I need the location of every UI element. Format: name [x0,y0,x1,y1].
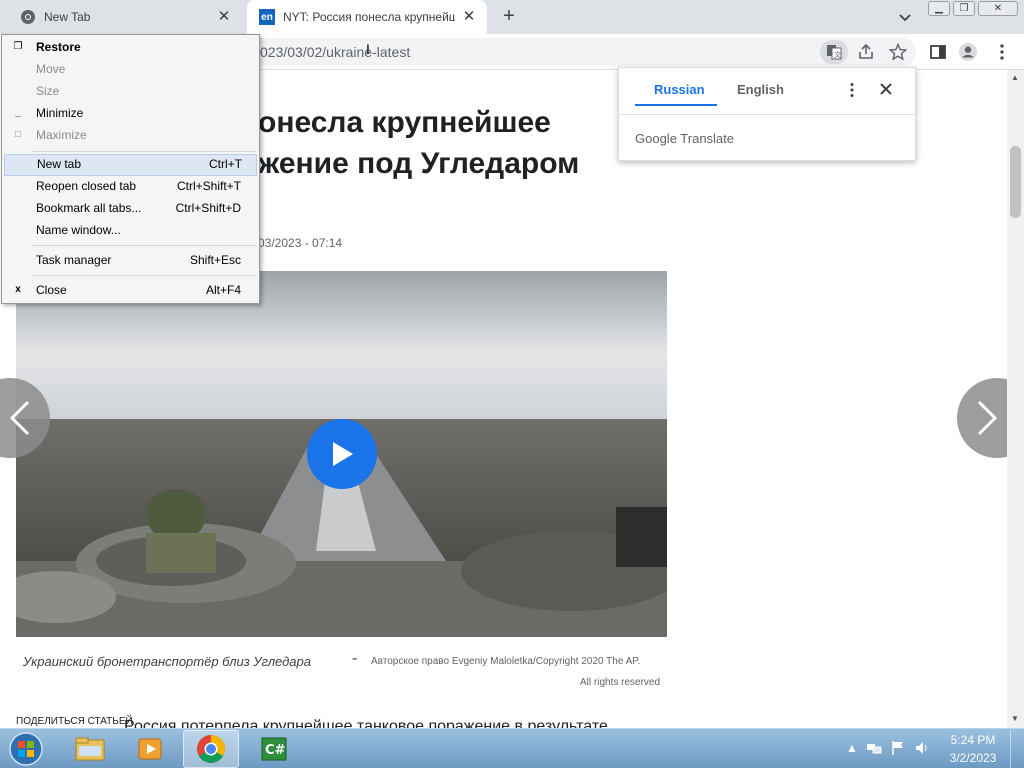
start-button[interactable] [6,730,46,768]
side-panel-icon[interactable] [928,42,948,62]
share-article-label[interactable]: ПОДЕЛИТЬСЯ СТАТЬЕЙ [16,716,133,727]
menu-item-bookmark-all-tabs[interactable]: Bookmark all tabs... Ctrl+Shift+D [2,198,259,220]
scroll-down-arrow[interactable]: ▼ [1011,714,1019,723]
tab-new-tab[interactable]: New Tab ✕ [8,0,246,34]
active-tab-indicator [635,104,717,106]
menu-item-label: Move [36,62,66,76]
menu-item-label: Minimize [36,106,84,120]
clock-time[interactable]: 5:24 PM [948,733,998,747]
new-tab-button[interactable]: + [498,6,520,28]
tab-nyt[interactable]: en NYT: Россия понесла крупнейш ✕ [247,0,487,34]
close-window-button[interactable]: ✕ [978,1,1018,16]
menu-item-move: Move [2,59,259,81]
taskbar-chrome[interactable] [183,730,239,768]
close-tab-icon[interactable]: ✕ [461,9,477,25]
restore-icon: ❐ [13,41,23,52]
menu-item-label: Close [36,283,67,297]
menu-item-name-window[interactable]: Name window... [2,220,259,242]
google-translate-brand: Google Translate [635,131,735,146]
tab-search-icon[interactable] [896,8,914,26]
menu-item-close[interactable]: x Close Alt+F4 [2,280,259,302]
menu-separator [32,275,256,276]
menu-item-label: Name window... [36,223,121,237]
maximize-icon: □ [14,129,22,140]
article-date: 03/2023 - 07:14 [258,236,343,250]
menu-item-new-tab[interactable]: New tab Ctrl+T [4,154,257,176]
article-headline: жение под Угледаром [258,147,580,180]
taskbar-file-explorer[interactable] [62,730,118,768]
scrollbar-thumb[interactable] [1010,146,1021,218]
menu-item-label: Maximize [36,128,87,142]
network-icon[interactable] [866,740,882,756]
translate-options-icon[interactable] [849,82,855,101]
clock-date[interactable]: 3/2/2023 [948,751,998,765]
image-caption: Украинский бронетранспортёр близ Угледар… [23,654,311,669]
menu-item-label: Restore [36,40,81,54]
menu-item-label: Size [36,84,60,98]
svg-text:C#: C# [265,743,286,758]
chrome-icon [20,9,36,25]
translate-tab-russian[interactable]: Russian [654,82,705,97]
article-headline: онесла крупнейшее [258,106,551,139]
article-body: Россия потерпела крупнейшее танковое пор… [124,718,608,728]
profile-avatar[interactable] [958,42,978,62]
menu-item-label: Bookmark all tabs... [36,201,142,215]
scroll-up-arrow[interactable]: ▲ [1011,73,1019,82]
carousel-prev-button[interactable] [0,378,50,458]
tab-title: New Tab [44,10,91,24]
menu-separator [32,151,256,152]
close-icon: x [15,284,21,295]
menu-item-shortcut: Ctrl+Shift+D [175,201,241,215]
menu-item-minimize[interactable]: _ Minimize [2,103,259,125]
close-tab-icon[interactable]: ✕ [216,9,232,25]
taskbar-media-player[interactable] [122,730,178,768]
menu-item-maximize: □ Maximize [2,125,259,147]
menu-item-label: Task manager [36,253,112,267]
site-favicon: en [259,9,275,25]
action-center-flag-icon[interactable] [890,740,906,756]
menu-item-size: Size [2,81,259,103]
minimize-icon: _ [15,107,21,118]
tab-title: NYT: Россия понесла крупнейш [283,10,455,24]
bookmark-star-icon[interactable] [888,42,908,62]
menu-item-shortcut: Ctrl+T [209,157,242,171]
menu-item-shortcut: Shift+Esc [189,253,241,267]
minimize-window-button[interactable]: ▁ [928,1,950,16]
csharp-icon: C# [261,737,287,761]
system-menu: ❐ Restore Move Size _ Minimize □ Maximiz… [1,34,260,304]
url-text[interactable]: 023/03/02/ukraine-latest [260,44,410,60]
translate-close-icon[interactable] [879,82,893,99]
translate-tab-english[interactable]: English [737,82,784,97]
menu-separator [32,245,256,246]
chevron-left-icon [9,400,30,436]
share-icon[interactable] [856,42,876,62]
play-icon [333,442,353,466]
folder-icon [75,737,105,761]
show-desktop-button[interactable] [1010,730,1024,768]
media-player-icon [138,738,162,760]
caption-separator: - [352,650,358,667]
text-cursor-icon: I [366,41,370,57]
menu-item-task-manager[interactable]: Task manager Shift+Esc [2,250,259,272]
translate-popup: Russian English Google Translate [618,67,916,161]
chrome-icon [197,735,225,763]
divider [619,114,915,115]
windows-logo-icon [9,732,43,766]
more-menu-icon[interactable] [992,42,1012,62]
play-button[interactable] [307,419,377,489]
menu-item-shortcut: Ctrl+Shift+T [176,179,241,193]
menu-item-label: Reopen closed tab [36,179,137,193]
restore-window-button[interactable]: ❐ [953,1,975,16]
image-credit: Авторское право Evgeniy Maloletka/Copyri… [371,656,641,667]
image-credit-rights: All rights reserved [580,677,661,688]
svg-text:文: 文 [834,50,841,59]
menu-item-restore[interactable]: ❐ Restore [2,37,259,59]
menu-item-label: New tab [37,157,82,171]
translate-icon[interactable]: 文 [820,40,848,64]
volume-icon[interactable] [914,740,930,756]
show-hidden-icons-chevron-icon[interactable]: ▲ [844,740,860,756]
menu-item-shortcut: Alt+F4 [205,283,241,297]
taskbar-csharp-ide[interactable]: C# [246,730,302,768]
menu-item-reopen-closed-tab[interactable]: Reopen closed tab Ctrl+Shift+T [2,176,259,198]
